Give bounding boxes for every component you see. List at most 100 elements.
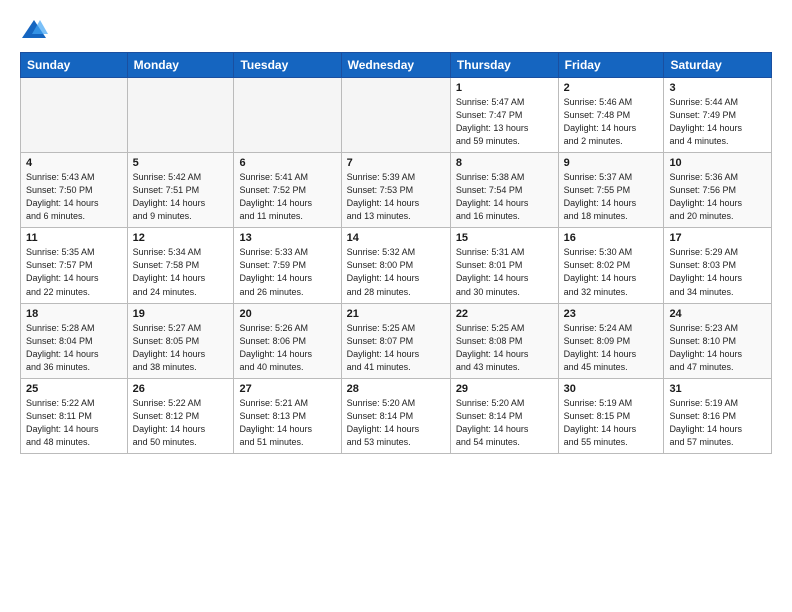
- day-number: 8: [456, 157, 553, 169]
- calendar-day-cell: 28 Sunrise: 5:20 AMSunset: 8:14 PMDayligh…: [341, 378, 450, 453]
- calendar-day-cell: 2Sunrise: 5:46 AMSunset: 7:48 PMDaylight…: [558, 78, 664, 153]
- day-number: 24: [669, 308, 766, 320]
- day-number: 23: [564, 308, 659, 320]
- calendar-day-cell: 16 Sunrise: 5:30 AMSunset: 8:02 PMDayligh…: [558, 228, 664, 303]
- day-number: 30: [564, 383, 659, 395]
- calendar-table: SundayMondayTuesdayWednesdayThursdayFrid…: [20, 52, 772, 454]
- day-info: Sunrise: 5:26 AMSunset: 8:06 PMDaylight:…: [239, 322, 335, 374]
- day-info: Sunrise: 5:25 AMSunset: 8:08 PMDaylight:…: [456, 322, 553, 374]
- day-info: Sunrise: 5:19 AMSunset: 8:15 PMDaylight:…: [564, 397, 659, 449]
- day-number: 25: [26, 383, 122, 395]
- calendar-day-cell: [234, 78, 341, 153]
- calendar-header-saturday: Saturday: [664, 53, 772, 78]
- day-info: Sunrise: 5:43 AMSunset: 7:50 PMDaylight:…: [26, 171, 122, 223]
- calendar-header-monday: Monday: [127, 53, 234, 78]
- day-number: 26: [133, 383, 229, 395]
- calendar-day-cell: 27 Sunrise: 5:21 AMSunset: 8:13 PMDayligh…: [234, 378, 341, 453]
- calendar-day-cell: 9 Sunrise: 5:37 AMSunset: 7:55 PMDaylight…: [558, 153, 664, 228]
- calendar-week-row: 11 Sunrise: 5:35 AMSunset: 7:57 PMDayligh…: [21, 228, 772, 303]
- day-info: Sunrise: 5:32 AMSunset: 8:00 PMDaylight:…: [347, 246, 445, 298]
- calendar-week-row: 4 Sunrise: 5:43 AMSunset: 7:50 PMDaylight…: [21, 153, 772, 228]
- day-info: Sunrise: 5:42 AMSunset: 7:51 PMDaylight:…: [133, 171, 229, 223]
- calendar-day-cell: 22 Sunrise: 5:25 AMSunset: 8:08 PMDayligh…: [450, 303, 558, 378]
- day-number: 7: [347, 157, 445, 169]
- day-number: 18: [26, 308, 122, 320]
- calendar-day-cell: 3Sunrise: 5:44 AMSunset: 7:49 PMDaylight…: [664, 78, 772, 153]
- day-info: Sunrise: 5:39 AMSunset: 7:53 PMDaylight:…: [347, 171, 445, 223]
- calendar-day-cell: 19 Sunrise: 5:27 AMSunset: 8:05 PMDayligh…: [127, 303, 234, 378]
- day-number: 9: [564, 157, 659, 169]
- day-info: Sunrise: 5:20 AMSunset: 8:14 PMDaylight:…: [456, 397, 553, 449]
- calendar-day-cell: 23 Sunrise: 5:24 AMSunset: 8:09 PMDayligh…: [558, 303, 664, 378]
- day-info: Sunrise: 5:47 AMSunset: 7:47 PMDaylight:…: [456, 96, 553, 148]
- calendar-day-cell: [341, 78, 450, 153]
- day-number: 2: [564, 82, 659, 94]
- day-number: 3: [669, 82, 766, 94]
- header: [20, 16, 772, 44]
- page: SundayMondayTuesdayWednesdayThursdayFrid…: [0, 0, 792, 470]
- calendar-header-wednesday: Wednesday: [341, 53, 450, 78]
- calendar-day-cell: 26Sunrise: 5:22 AMSunset: 8:12 PMDayligh…: [127, 378, 234, 453]
- day-number: 20: [239, 308, 335, 320]
- day-number: 12: [133, 232, 229, 244]
- calendar-day-cell: 5 Sunrise: 5:42 AMSunset: 7:51 PMDaylight…: [127, 153, 234, 228]
- calendar-header-sunday: Sunday: [21, 53, 128, 78]
- day-info: Sunrise: 5:20 AMSunset: 8:14 PMDaylight:…: [347, 397, 445, 449]
- calendar-day-cell: 24 Sunrise: 5:23 AMSunset: 8:10 PMDayligh…: [664, 303, 772, 378]
- day-info: Sunrise: 5:37 AMSunset: 7:55 PMDaylight:…: [564, 171, 659, 223]
- day-number: 31: [669, 383, 766, 395]
- calendar-day-cell: [21, 78, 128, 153]
- calendar-week-row: 1Sunrise: 5:47 AMSunset: 7:47 PMDaylight…: [21, 78, 772, 153]
- day-number: 21: [347, 308, 445, 320]
- day-number: 22: [456, 308, 553, 320]
- calendar-day-cell: 29Sunrise: 5:20 AMSunset: 8:14 PMDayligh…: [450, 378, 558, 453]
- calendar-week-row: 18 Sunrise: 5:28 AMSunset: 8:04 PMDayligh…: [21, 303, 772, 378]
- calendar-day-cell: 6 Sunrise: 5:41 AMSunset: 7:52 PMDaylight…: [234, 153, 341, 228]
- calendar-header-row: SundayMondayTuesdayWednesdayThursdayFrid…: [21, 53, 772, 78]
- day-number: 11: [26, 232, 122, 244]
- calendar-day-cell: 8 Sunrise: 5:38 AMSunset: 7:54 PMDaylight…: [450, 153, 558, 228]
- calendar-day-cell: 1Sunrise: 5:47 AMSunset: 7:47 PMDaylight…: [450, 78, 558, 153]
- day-number: 28: [347, 383, 445, 395]
- calendar-day-cell: 11 Sunrise: 5:35 AMSunset: 7:57 PMDayligh…: [21, 228, 128, 303]
- calendar-day-cell: 14 Sunrise: 5:32 AMSunset: 8:00 PMDayligh…: [341, 228, 450, 303]
- day-info: Sunrise: 5:27 AMSunset: 8:05 PMDaylight:…: [133, 322, 229, 374]
- calendar-week-row: 25 Sunrise: 5:22 AMSunset: 8:11 PMDayligh…: [21, 378, 772, 453]
- calendar-day-cell: 25 Sunrise: 5:22 AMSunset: 8:11 PMDayligh…: [21, 378, 128, 453]
- calendar-day-cell: 13 Sunrise: 5:33 AMSunset: 7:59 PMDayligh…: [234, 228, 341, 303]
- day-number: 17: [669, 232, 766, 244]
- day-number: 14: [347, 232, 445, 244]
- calendar-day-cell: 12 Sunrise: 5:34 AMSunset: 7:58 PMDayligh…: [127, 228, 234, 303]
- day-info: Sunrise: 5:21 AMSunset: 8:13 PMDaylight:…: [239, 397, 335, 449]
- day-info: Sunrise: 5:28 AMSunset: 8:04 PMDaylight:…: [26, 322, 122, 374]
- day-number: 10: [669, 157, 766, 169]
- day-info: Sunrise: 5:22 AMSunset: 8:11 PMDaylight:…: [26, 397, 122, 449]
- day-number: 4: [26, 157, 122, 169]
- day-number: 6: [239, 157, 335, 169]
- day-number: 27: [239, 383, 335, 395]
- day-number: 15: [456, 232, 553, 244]
- calendar-day-cell: 17 Sunrise: 5:29 AMSunset: 8:03 PMDayligh…: [664, 228, 772, 303]
- calendar-header-friday: Friday: [558, 53, 664, 78]
- calendar-day-cell: 4 Sunrise: 5:43 AMSunset: 7:50 PMDaylight…: [21, 153, 128, 228]
- calendar-day-cell: 7 Sunrise: 5:39 AMSunset: 7:53 PMDaylight…: [341, 153, 450, 228]
- calendar-header-thursday: Thursday: [450, 53, 558, 78]
- day-info: Sunrise: 5:30 AMSunset: 8:02 PMDaylight:…: [564, 246, 659, 298]
- day-info: Sunrise: 5:23 AMSunset: 8:10 PMDaylight:…: [669, 322, 766, 374]
- day-info: Sunrise: 5:34 AMSunset: 7:58 PMDaylight:…: [133, 246, 229, 298]
- day-info: Sunrise: 5:33 AMSunset: 7:59 PMDaylight:…: [239, 246, 335, 298]
- day-info: Sunrise: 5:29 AMSunset: 8:03 PMDaylight:…: [669, 246, 766, 298]
- day-info: Sunrise: 5:38 AMSunset: 7:54 PMDaylight:…: [456, 171, 553, 223]
- day-number: 16: [564, 232, 659, 244]
- calendar-day-cell: 10Sunrise: 5:36 AMSunset: 7:56 PMDayligh…: [664, 153, 772, 228]
- day-info: Sunrise: 5:25 AMSunset: 8:07 PMDaylight:…: [347, 322, 445, 374]
- day-info: Sunrise: 5:35 AMSunset: 7:57 PMDaylight:…: [26, 246, 122, 298]
- day-info: Sunrise: 5:19 AMSunset: 8:16 PMDaylight:…: [669, 397, 766, 449]
- day-info: Sunrise: 5:24 AMSunset: 8:09 PMDaylight:…: [564, 322, 659, 374]
- day-info: Sunrise: 5:41 AMSunset: 7:52 PMDaylight:…: [239, 171, 335, 223]
- calendar-day-cell: 30 Sunrise: 5:19 AMSunset: 8:15 PMDayligh…: [558, 378, 664, 453]
- day-number: 19: [133, 308, 229, 320]
- logo: [20, 16, 52, 44]
- day-number: 13: [239, 232, 335, 244]
- day-number: 5: [133, 157, 229, 169]
